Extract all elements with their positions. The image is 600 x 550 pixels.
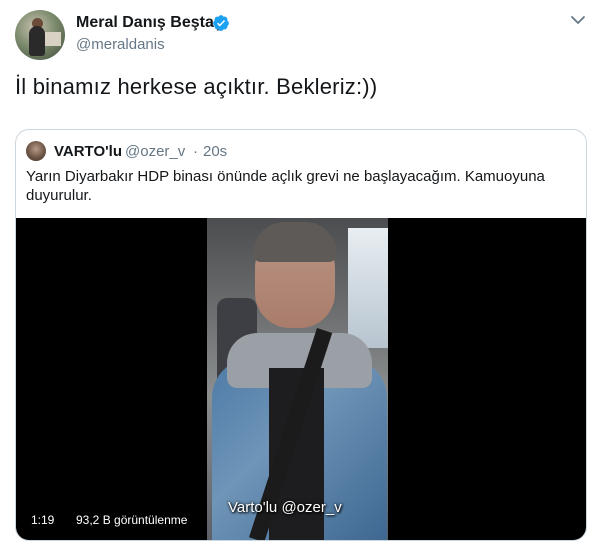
quoted-author-name[interactable]: VARTO'lu <box>54 143 122 160</box>
tweet-card: Meral Danış Beştaş @meraldanis İl binamı… <box>0 0 600 550</box>
quoted-author-avatar[interactable] <box>26 141 46 161</box>
author-handle[interactable]: @meraldanis <box>76 36 165 53</box>
video-duration-badge: 1:19 <box>25 509 61 531</box>
quoted-author-handle[interactable]: @ozer_v <box>125 143 185 160</box>
author-name[interactable]: Meral Danış Beştaş <box>76 14 223 32</box>
author-avatar[interactable] <box>15 10 65 60</box>
avatar-figure <box>29 26 45 56</box>
video-views-badge: 93,2 B görüntülenme <box>70 509 194 531</box>
verified-badge-icon <box>213 15 229 31</box>
chevron-down-icon[interactable] <box>570 14 586 26</box>
quoted-tweet-text: Yarın Diyarbakır HDP binası önünde açlık… <box>26 168 545 204</box>
video-player[interactable]: Varto'lu @ozer_v 1:19 93,2 B görüntülenm… <box>16 218 586 540</box>
person-hair <box>253 222 337 262</box>
tweet-text: İl binamız herkese açıktır. Bekleriz:)) <box>15 74 378 99</box>
quoted-timestamp[interactable]: 20s <box>203 143 227 160</box>
video-frame <box>207 218 388 540</box>
video-overlay-caption: Varto'lu @ozer_v <box>228 499 342 516</box>
quoted-tweet[interactable]: VARTO'lu @ozer_v · 20s Yarın Diyarbakır … <box>15 129 587 541</box>
separator-dot: · <box>193 143 198 160</box>
car-window <box>348 228 388 348</box>
avatar-building <box>45 32 61 46</box>
